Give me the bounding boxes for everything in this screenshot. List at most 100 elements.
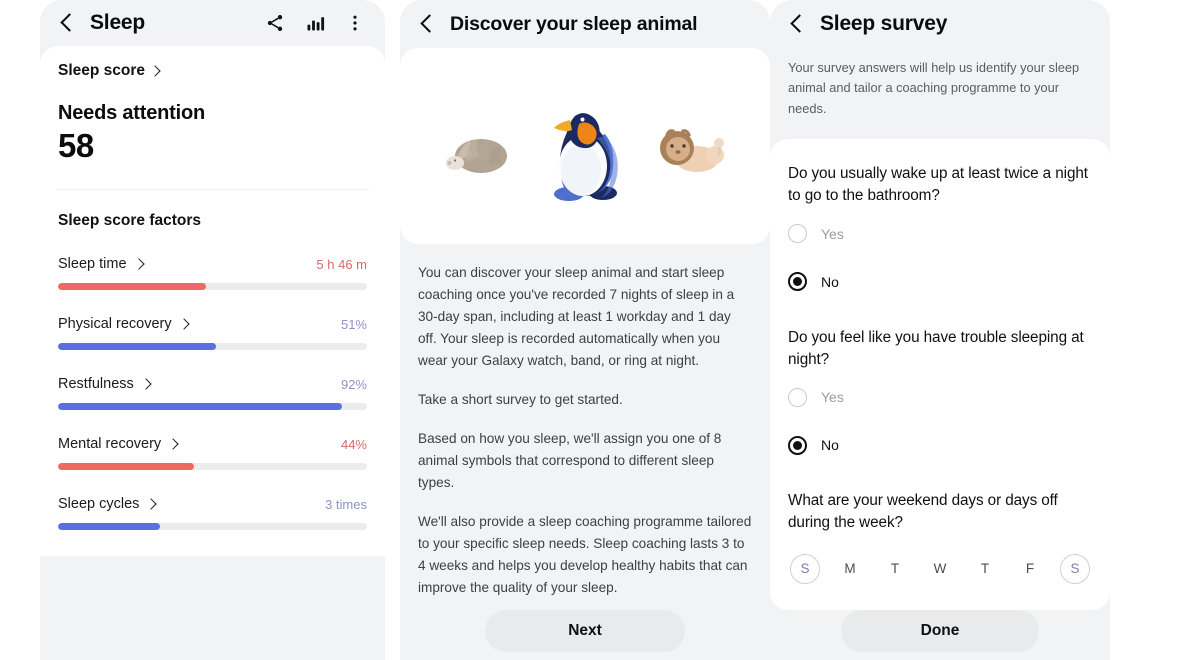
chevron-right-icon — [149, 64, 161, 77]
question-text: Do you usually wake up at least twice a … — [788, 165, 1088, 205]
discover-screen-frame: Discover your sleep animal You can disco… — [400, 0, 770, 660]
option-label: Yes — [821, 225, 844, 242]
lion-illustration — [660, 129, 724, 172]
factor-progress-track — [58, 403, 367, 410]
page-title: Discover your sleep animal — [450, 12, 698, 35]
survey-option[interactable]: No — [788, 424, 1092, 466]
weekday-option[interactable]: S — [790, 553, 820, 584]
page-title: Sleep — [90, 11, 146, 34]
factor-name: Sleep cycles — [58, 496, 140, 512]
factor-progress-fill — [58, 523, 160, 530]
chevron-right-icon — [132, 257, 145, 270]
radio-button-icon[interactable] — [788, 224, 807, 244]
back-arrow-icon[interactable] — [784, 11, 810, 37]
weekday-selector: SMTWTFS — [788, 534, 1092, 610]
radio-button-icon[interactable] — [788, 435, 807, 455]
discover-description: You can discover your sleep animal and s… — [400, 244, 770, 599]
sleep-screen: Sleep Sleep score Needs attention 58 Sle… — [0, 0, 400, 660]
survey-questions-card: Do you usually wake up at least twice a … — [770, 139, 1110, 610]
factor-head[interactable]: Sleep time 5 h 46 m — [58, 256, 367, 272]
questions-list: Do you usually wake up at least twice a … — [770, 139, 1110, 466]
weekday-option[interactable]: T — [880, 554, 910, 584]
sleep-screen-frame: Sleep Sleep score Needs attention 58 Sle… — [40, 0, 385, 660]
factor-name: Restfulness — [58, 376, 134, 392]
factors-list: Sleep time 5 h 46 m Physical recovery 51% Re… — [58, 230, 367, 530]
done-button-wrap: Done — [770, 610, 1110, 652]
discover-appbar: Discover your sleep animal — [400, 0, 770, 48]
factor-value: 92% — [340, 376, 367, 392]
sleep-animal-illustration-card — [400, 48, 770, 244]
radio-button-icon[interactable] — [788, 272, 807, 292]
factor-row[interactable]: Restfulness 92% — [58, 350, 367, 410]
screenshot-root: Sleep Sleep score Needs attention 58 Sle… — [0, 0, 1200, 660]
chevron-right-icon — [177, 317, 190, 330]
back-arrow-icon[interactable] — [414, 11, 440, 37]
weekday-option[interactable]: S — [1060, 553, 1090, 584]
chevron-right-icon — [145, 497, 158, 510]
chevron-right-icon — [167, 437, 179, 450]
factor-name: Physical recovery — [58, 316, 172, 332]
factor-row[interactable]: Sleep time 5 h 46 m — [58, 230, 367, 290]
radio-button-icon[interactable] — [788, 387, 807, 407]
factor-head[interactable]: Sleep cycles 3 times — [58, 496, 367, 512]
back-arrow-icon[interactable] — [54, 10, 80, 36]
description-paragraph: We'll also provide a sleep coaching prog… — [418, 514, 752, 596]
option-label: No — [821, 273, 839, 290]
factor-head[interactable]: Mental recovery 44% — [58, 436, 367, 452]
animal-illustrations — [400, 48, 770, 244]
sleep-score-value: 58 — [58, 127, 94, 164]
weekday-option[interactable]: F — [1015, 554, 1045, 584]
share-icon[interactable] — [265, 13, 285, 33]
sleep-appbar: Sleep — [40, 0, 385, 46]
factor-value: 44% — [340, 436, 367, 452]
discover-sleep-animal-screen: Discover your sleep animal You can disco… — [400, 0, 770, 660]
weekday-option[interactable]: M — [835, 554, 865, 584]
factor-value: 5 h 46 m — [316, 256, 367, 272]
survey-intro-text: Your survey answers will help us identif… — [788, 60, 1080, 116]
survey-option[interactable]: No — [788, 261, 1092, 303]
option-label: Yes — [821, 389, 844, 406]
factor-row[interactable]: Mental recovery 44% — [58, 410, 367, 470]
survey-option[interactable]: Yes — [788, 213, 1092, 255]
factor-progress-fill — [58, 463, 194, 470]
survey-option[interactable]: Yes — [788, 376, 1092, 418]
sleep-score-link[interactable]: Sleep score — [58, 46, 367, 80]
factor-progress-fill — [58, 403, 343, 410]
bar-chart-icon[interactable] — [305, 13, 325, 33]
description-paragraph: Based on how you sleep, we'll assign you… — [418, 431, 722, 491]
weekday-option[interactable]: T — [970, 554, 1000, 584]
chevron-right-icon — [140, 377, 152, 390]
next-button[interactable]: Next — [485, 610, 685, 652]
option-label: No — [821, 437, 839, 454]
done-button[interactable]: Done — [841, 610, 1039, 652]
next-button-wrap: Next — [400, 610, 770, 652]
factor-value: 51% — [340, 316, 367, 332]
page-title: Sleep survey — [820, 12, 948, 35]
factor-head[interactable]: Physical recovery 51% — [58, 316, 367, 332]
sleep-score-card: Sleep score Needs attention 58 Sleep sco… — [40, 46, 385, 556]
hedgehog-illustration — [446, 139, 507, 173]
survey-screen-frame: Sleep survey Your survey answers will he… — [770, 0, 1110, 660]
factor-progress-track — [58, 283, 367, 290]
factor-name: Mental recovery — [58, 436, 162, 452]
description-paragraph: You can discover your sleep animal and s… — [418, 265, 735, 369]
weekday-option[interactable]: W — [925, 554, 955, 584]
sleep-score-label: Sleep score — [58, 62, 146, 79]
factor-row[interactable]: Sleep cycles 3 times — [58, 470, 367, 530]
appbar-actions — [265, 13, 371, 33]
more-vertical-icon[interactable] — [345, 13, 365, 33]
sleep-status: Needs attention — [58, 102, 206, 124]
factor-name: Sleep time — [58, 256, 127, 272]
factor-progress-track — [58, 523, 367, 530]
sleep-survey-screen: Sleep survey Your survey answers will he… — [770, 0, 1200, 660]
factor-progress-fill — [58, 343, 216, 350]
survey-appbar: Sleep survey — [770, 0, 1110, 48]
description-paragraph: Take a short survey to get started. — [418, 392, 623, 408]
survey-question: Do you usually wake up at least twice a … — [788, 139, 1092, 302]
factor-row[interactable]: Physical recovery 51% — [58, 290, 367, 350]
penguin-illustration — [554, 113, 618, 201]
factor-head[interactable]: Restfulness 92% — [58, 376, 367, 392]
survey-question: Do you feel like you have trouble sleepi… — [788, 303, 1092, 466]
factors-title: Sleep score factors — [58, 212, 202, 229]
factor-progress-track — [58, 463, 367, 470]
